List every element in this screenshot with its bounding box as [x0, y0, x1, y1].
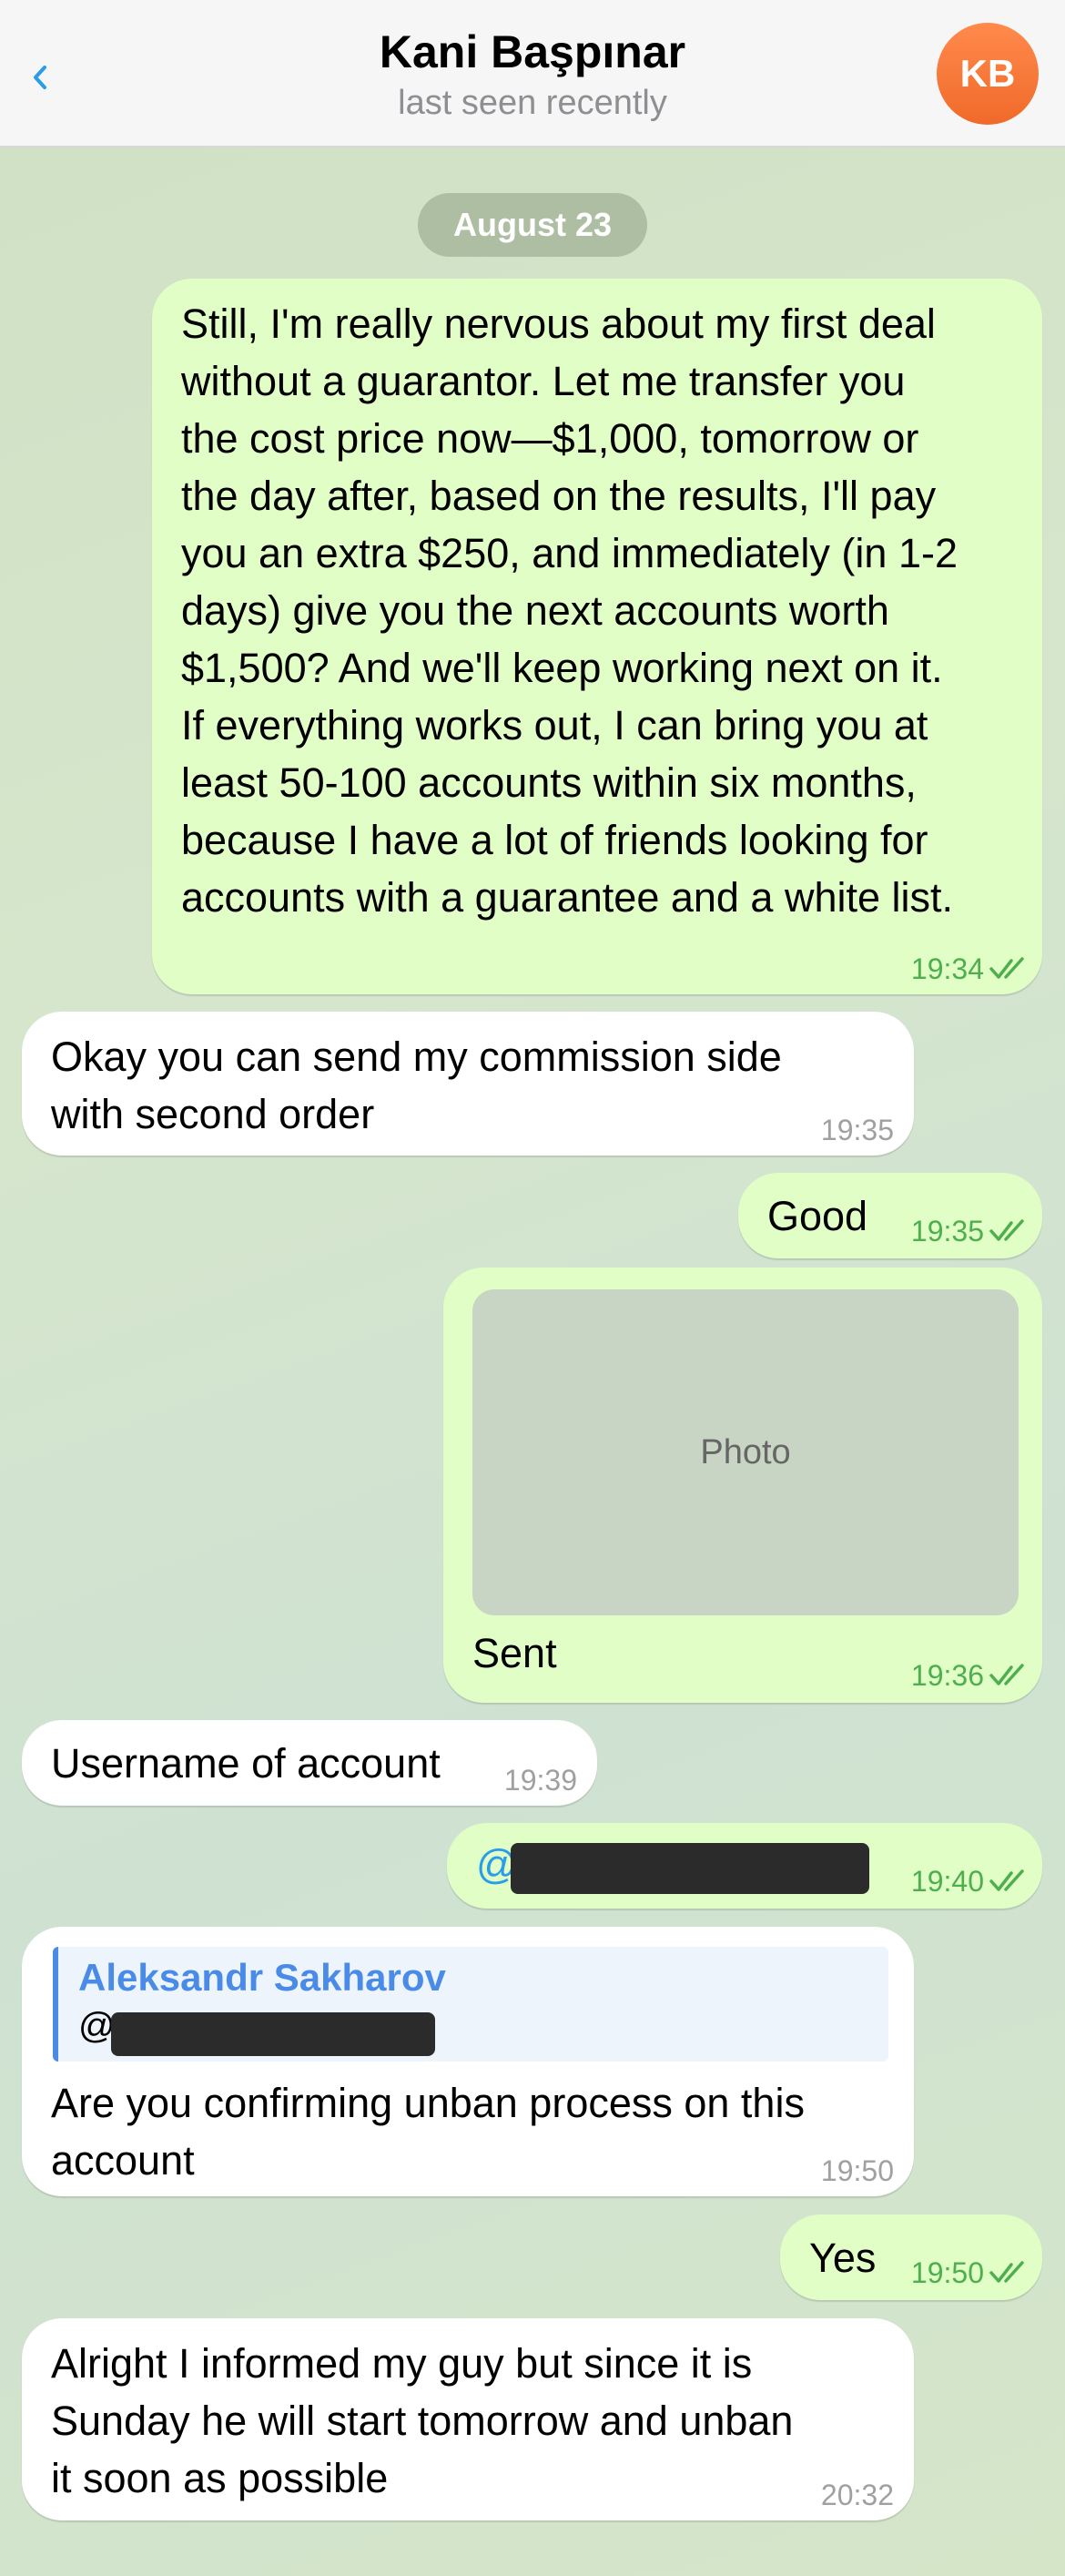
message-time: 19:39	[503, 1764, 577, 1797]
message-meta: 19:34	[911, 952, 1030, 985]
double-check-icon	[989, 957, 1024, 979]
message-text: Username of account	[51, 1740, 441, 1787]
contact-name[interactable]: Kani Başpınar	[0, 25, 1065, 78]
chat-header: Kani Başpınar last seen recently KB	[0, 0, 1065, 148]
double-check-icon	[989, 1869, 1024, 1891]
message-time: 19:40	[910, 1865, 984, 1898]
message-incoming[interactable]: Alright I informed my guy but since it i…	[22, 2318, 914, 2520]
double-check-icon	[989, 1664, 1024, 1685]
message-text: Are you confirming unban process on this…	[51, 2080, 805, 2184]
reply-mention: @	[78, 2006, 116, 2046]
avatar-initials: KB	[959, 52, 1016, 95]
message-meta: 19:40	[911, 1865, 1030, 1898]
message-meta: 19:35	[911, 1215, 1030, 1247]
message-time: 20:32	[820, 2479, 894, 2511]
message-text: Alright I informed my guy but since it i…	[51, 2340, 794, 2501]
message-meta: 19:50	[821, 2154, 894, 2187]
double-check-icon	[989, 1219, 1024, 1241]
message-meta: 19:50	[911, 2256, 1030, 2289]
photo-placeholder-label: Photo	[700, 1432, 791, 1471]
message-incoming[interactable]: Okay you can send my commission side wit…	[22, 1012, 914, 1156]
message-time: 19:34	[910, 952, 984, 985]
reply-quote[interactable]: Aleksandr Sakharov @	[53, 1947, 888, 2062]
message-text: Sent	[472, 1630, 557, 1676]
redacted-username	[111, 2012, 435, 2056]
last-seen-status: last seen recently	[398, 84, 667, 122]
avatar[interactable]: KB	[937, 23, 1039, 125]
message-outgoing-photo[interactable]: Photo Sent 19:36	[443, 1268, 1042, 1703]
message-incoming-reply[interactable]: Aleksandr Sakharov @ Are you confirming …	[22, 1927, 914, 2196]
date-separator: August 23	[418, 193, 647, 257]
message-outgoing[interactable]: Yes 19:50	[780, 2215, 1042, 2300]
message-text: Yes	[809, 2235, 877, 2281]
message-meta: 19:35	[821, 1114, 894, 1146]
message-meta: 19:39	[504, 1764, 577, 1797]
message-outgoing[interactable]: Good 19:35	[738, 1173, 1042, 1258]
message-outgoing[interactable]: Still, I'm really nervous about my first…	[152, 279, 1042, 994]
message-time: 19:50	[910, 2256, 984, 2289]
message-outgoing[interactable]: @ 19:40	[447, 1823, 1042, 1909]
message-meta: 20:32	[821, 2479, 894, 2511]
message-text: Good	[767, 1193, 868, 1239]
redacted-username	[511, 1843, 869, 1894]
message-incoming[interactable]: Username of account 19:39	[22, 1720, 597, 1806]
message-time: 19:35	[910, 1215, 984, 1247]
message-text: Still, I'm really nervous about my first…	[181, 300, 958, 921]
message-time: 19:35	[820, 1114, 894, 1146]
double-check-icon	[989, 2261, 1024, 2283]
message-time: 19:36	[910, 1659, 984, 1692]
reply-author: Aleksandr Sakharov	[78, 1956, 446, 1999]
message-meta: 19:36	[911, 1659, 1030, 1692]
message-text: Okay you can send my commission side wit…	[51, 1033, 782, 1137]
photo-attachment[interactable]: Photo	[472, 1289, 1019, 1615]
message-time: 19:50	[820, 2154, 894, 2187]
